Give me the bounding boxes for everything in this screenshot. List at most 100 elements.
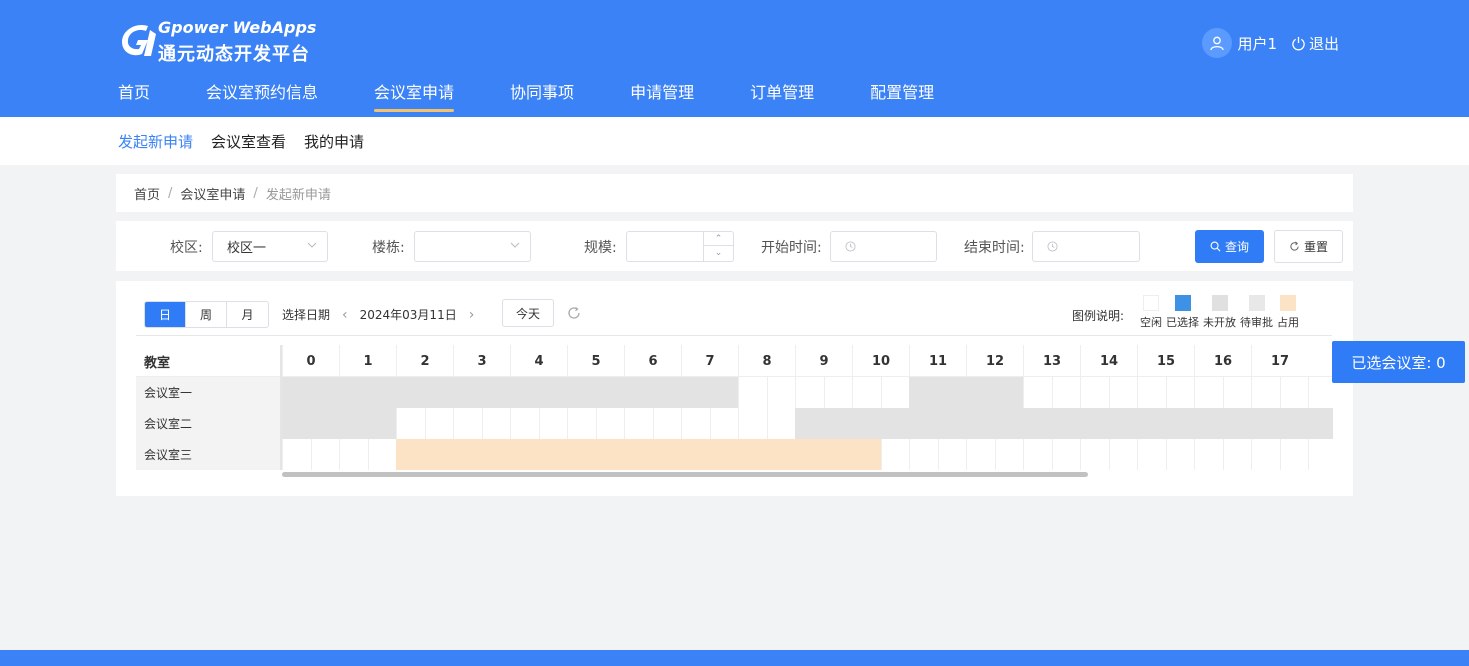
time-slot-cell[interactable] <box>1308 439 1333 470</box>
time-slot-cell[interactable] <box>1251 377 1280 408</box>
time-slot-cell[interactable] <box>966 439 995 470</box>
time-slot-cell[interactable] <box>1051 439 1080 470</box>
logout-button[interactable]: 退出 <box>1291 33 1339 54</box>
time-slot-cell[interactable] <box>1108 377 1137 408</box>
time-slot-cell <box>396 377 425 408</box>
time-slot-cell[interactable] <box>595 408 624 439</box>
time-slot-cell[interactable] <box>1308 377 1333 408</box>
time-slot-cell[interactable] <box>1137 377 1166 408</box>
query-button[interactable]: 查询 <box>1195 230 1264 263</box>
time-slot-cell[interactable] <box>1279 439 1308 470</box>
time-slot-cell[interactable] <box>1165 377 1194 408</box>
selected-rooms-badge[interactable]: 已选会议室: 0 <box>1332 341 1465 383</box>
app-logo[interactable]: Gpower WebApps 通元动态开发平台 <box>118 18 328 66</box>
view-mode-month[interactable]: 月 <box>227 302 268 327</box>
stepper-up-icon[interactable]: ⌃ <box>704 232 733 246</box>
view-mode-day[interactable]: 日 <box>145 302 186 327</box>
time-slot-cell[interactable] <box>1222 439 1251 470</box>
time-slot-cell[interactable] <box>424 408 453 439</box>
schedule-panel: 日 周 月 选择日期 ‹ 2024年03月11日 › 今天 图例说明: 空闲 已… <box>116 281 1353 496</box>
today-button[interactable]: 今天 <box>502 299 554 327</box>
current-date[interactable]: 2024年03月11日 <box>360 306 457 323</box>
refresh-icon[interactable] <box>566 305 582 321</box>
time-slot-cell <box>453 439 482 470</box>
campus-select[interactable]: 校区一 <box>212 231 328 262</box>
time-slot-cell[interactable] <box>453 408 482 439</box>
subnav-my-apply[interactable]: 我的申请 <box>304 131 364 152</box>
time-slot-cell[interactable] <box>1051 377 1080 408</box>
scale-number-input[interactable]: ⌃ ⌄ <box>626 231 734 262</box>
time-slot-cell[interactable] <box>1137 439 1166 470</box>
time-slot-cell <box>538 439 567 470</box>
prev-date-icon[interactable]: ‹ <box>342 307 348 323</box>
time-slot-cell <box>1080 408 1109 439</box>
breadcrumb-room-apply[interactable]: 会议室申请 <box>180 184 245 203</box>
user-avatar[interactable] <box>1202 28 1233 58</box>
nav-item-order-manage[interactable]: 订单管理 <box>750 76 814 117</box>
time-slot-cell[interactable] <box>510 408 539 439</box>
time-slot-cell[interactable] <box>1165 439 1194 470</box>
nav-item-home[interactable]: 首页 <box>118 76 150 117</box>
time-slot-cell[interactable] <box>852 377 881 408</box>
time-slot-cell[interactable] <box>937 439 966 470</box>
time-slot-cell[interactable] <box>766 377 795 408</box>
nav-item-config-manage[interactable]: 配置管理 <box>870 76 934 117</box>
time-slot-cell[interactable] <box>738 408 767 439</box>
subnav-room-view[interactable]: 会议室查看 <box>211 131 286 152</box>
time-slot-cell[interactable] <box>652 408 681 439</box>
nav-item-apply-manage[interactable]: 申请管理 <box>630 76 694 117</box>
start-time-picker[interactable] <box>830 231 937 262</box>
time-slot-cell[interactable] <box>880 439 909 470</box>
time-slot-cell[interactable] <box>880 377 909 408</box>
user-name[interactable]: 用户1 <box>1237 33 1277 54</box>
time-slot-cell[interactable] <box>1080 377 1109 408</box>
time-slot-cell[interactable] <box>1194 439 1223 470</box>
time-slot-cell[interactable] <box>823 377 852 408</box>
time-slot-cell[interactable] <box>1080 439 1109 470</box>
time-slot-cell[interactable] <box>1222 377 1251 408</box>
hour-header-13: 13 <box>1023 345 1080 377</box>
time-slot-cell[interactable] <box>994 439 1023 470</box>
time-slot-cell[interactable] <box>681 408 710 439</box>
time-slot-cell[interactable] <box>1108 439 1137 470</box>
end-time-picker[interactable] <box>1032 231 1140 262</box>
scrollbar-thumb[interactable] <box>282 472 1088 477</box>
time-slot-cell[interactable] <box>1023 439 1052 470</box>
time-slot-cell[interactable] <box>1279 377 1308 408</box>
time-slot-cell[interactable] <box>1194 377 1223 408</box>
nav-item-booking-info[interactable]: 会议室预约信息 <box>206 76 318 117</box>
nav-item-room-apply[interactable]: 会议室申请 <box>374 76 455 117</box>
nav-item-collaboration[interactable]: 协同事项 <box>510 76 574 117</box>
time-slot-cell[interactable] <box>481 408 510 439</box>
time-slot-cell[interactable] <box>367 439 396 470</box>
time-slot-cell[interactable] <box>795 377 824 408</box>
time-slot-cell[interactable] <box>310 439 339 470</box>
time-slot-cell[interactable] <box>909 439 938 470</box>
time-slot-cell[interactable] <box>339 439 368 470</box>
legend-label: 待审批 <box>1240 316 1273 329</box>
time-slot-cell[interactable] <box>567 408 596 439</box>
campus-label: 校区: <box>170 240 203 256</box>
view-mode-week[interactable]: 周 <box>186 302 227 327</box>
time-slot-cell[interactable] <box>738 377 767 408</box>
reset-button[interactable]: 重置 <box>1274 230 1343 263</box>
time-slot-cell[interactable] <box>1251 439 1280 470</box>
time-slot-cell[interactable] <box>1023 377 1052 408</box>
legend-label: 未开放 <box>1203 316 1236 329</box>
scale-stepper[interactable]: ⌃ ⌄ <box>703 232 733 261</box>
time-slot-cell[interactable] <box>282 439 311 470</box>
campus-value: 校区一 <box>227 241 267 256</box>
building-select[interactable] <box>414 231 531 262</box>
next-date-icon[interactable]: › <box>469 307 475 323</box>
time-slot-cell[interactable] <box>538 408 567 439</box>
subnav-new-apply[interactable]: 发起新申请 <box>118 131 193 152</box>
breadcrumb-home[interactable]: 首页 <box>134 184 160 203</box>
legend-label: 占用 <box>1277 316 1299 329</box>
time-slot-cell[interactable] <box>624 408 653 439</box>
horizontal-scrollbar[interactable] <box>282 472 1333 478</box>
time-slot-cell[interactable] <box>709 408 738 439</box>
time-slot-cell[interactable] <box>396 408 425 439</box>
stepper-down-icon[interactable]: ⌄ <box>704 246 733 260</box>
time-slot-cell[interactable] <box>766 408 795 439</box>
refresh-icon <box>1290 241 1299 251</box>
